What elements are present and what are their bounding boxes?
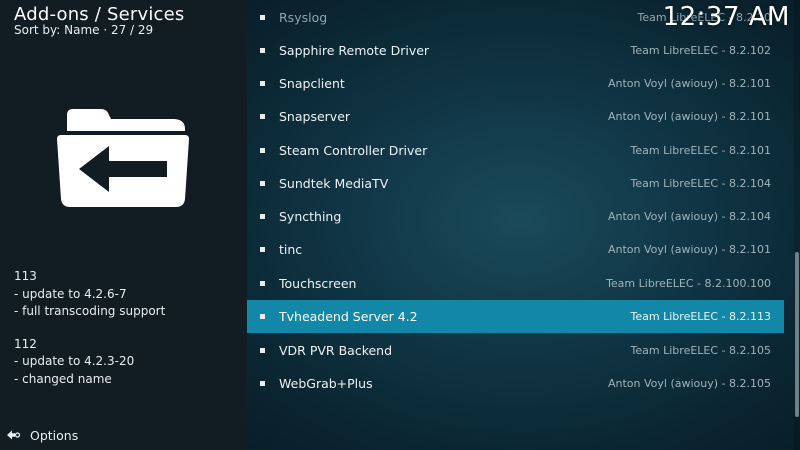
addon-author-version: Anton Voyl (awiouy) - 8.2.105	[607, 377, 771, 390]
list-item-webgrab-plus[interactable]: WebGrab+Plus Anton Voyl (awiouy) - 8.2.1…	[247, 367, 784, 400]
changelog-line: - changed name	[14, 371, 112, 386]
addon-name: Steam Controller Driver	[279, 143, 428, 158]
bullet-icon	[260, 247, 265, 252]
addon-name: Sapphire Remote Driver	[279, 43, 430, 58]
sort-status: Sort by: Name · 27 / 29	[14, 23, 154, 37]
addon-name: Sundtek MediaTV	[279, 176, 389, 191]
bullet-icon	[260, 81, 265, 86]
list-item-syncthing[interactable]: Syncthing Anton Voyl (awiouy) - 8.2.104	[247, 200, 784, 233]
bullet-icon	[260, 48, 265, 53]
list-item-snapclient[interactable]: Snapclient Anton Voyl (awiouy) - 8.2.101	[247, 67, 784, 100]
addon-name: Syncthing	[279, 209, 342, 224]
addon-author-version: Team LibreELEC - 8.2.104	[630, 177, 771, 190]
addon-author-version: Team LibreELEC - 8.2.105	[630, 344, 771, 357]
list-item-vdr-pvr-backend[interactable]: VDR PVR Backend Team LibreELEC - 8.2.105	[247, 334, 784, 367]
addon-author-version: Anton Voyl (awiouy) - 8.2.101	[607, 243, 771, 256]
bullet-icon	[260, 181, 265, 186]
folder-back-arrow-icon	[57, 109, 189, 207]
changelog-spacer	[14, 321, 165, 336]
list-item-sundtek-mediatv[interactable]: Sundtek MediaTV Team LibreELEC - 8.2.104	[247, 167, 784, 200]
list-scrollbar[interactable]	[794, 0, 800, 450]
list-item-steam-controller-driver[interactable]: Steam Controller Driver Team LibreELEC -…	[247, 134, 784, 167]
bullet-icon	[260, 281, 265, 286]
scrollbar-thumb[interactable]	[795, 252, 799, 417]
clock: 12:37 AM	[662, 2, 790, 32]
addon-name: tinc	[279, 242, 303, 257]
list-item-tvheadend-server[interactable]: Tvheadend Server 4.2 Team LibreELEC - 8.…	[247, 300, 784, 333]
page-title: Add-ons / Services	[14, 4, 185, 25]
addon-list: Rsyslog Team LibreELEC - 8.2.10 Sapphire…	[247, 0, 784, 450]
kodi-screen: Add-ons / Services Sort by: Name · 27 / …	[0, 0, 800, 450]
options-label: Options	[30, 427, 79, 443]
changelog-version: 113	[14, 269, 37, 283]
addon-author-version: Team LibreELEC - 8.2.102	[630, 44, 771, 57]
bullet-icon	[260, 148, 265, 153]
list-item-tinc[interactable]: tinc Anton Voyl (awiouy) - 8.2.101	[247, 233, 784, 266]
changelog-line: - full transcoding support	[14, 304, 166, 318]
addon-name: Rsyslog	[279, 10, 328, 25]
addon-name: WebGrab+Plus	[279, 376, 373, 391]
addon-name: Snapclient	[279, 76, 345, 91]
bullet-icon	[260, 114, 265, 119]
list-item-sapphire-remote-driver[interactable]: Sapphire Remote Driver Team LibreELEC - …	[247, 34, 784, 67]
bullet-icon	[260, 15, 265, 20]
addon-name: Touchscreen	[279, 276, 357, 291]
addon-name: Tvheadend Server 4.2	[279, 309, 418, 324]
addon-author-version: Team LibreELEC - 8.2.113	[630, 310, 771, 323]
list-item-touchscreen[interactable]: Touchscreen Team LibreELEC - 8.2.100.100	[247, 267, 784, 300]
options-arrow-icon	[7, 430, 20, 440]
left-info-panel: Add-ons / Services Sort by: Name · 27 / …	[0, 0, 247, 450]
addon-author-version: Anton Voyl (awiouy) - 8.2.101	[607, 110, 771, 123]
addon-author-version: Anton Voyl (awiouy) - 8.2.104	[607, 210, 771, 223]
changelog-line: - update to 4.2.6-7	[14, 286, 127, 301]
bullet-icon	[260, 348, 265, 353]
bullet-icon	[260, 314, 265, 319]
addon-author-version: Team LibreELEC - 8.2.101	[630, 144, 771, 157]
addon-name: VDR PVR Backend	[279, 343, 393, 358]
changelog-line: - update to 4.2.3-20	[14, 354, 135, 368]
list-item-snapserver[interactable]: Snapserver Anton Voyl (awiouy) - 8.2.101	[247, 100, 784, 133]
bullet-icon	[260, 214, 265, 219]
addon-author-version: Anton Voyl (awiouy) - 8.2.101	[607, 77, 771, 90]
bullet-icon	[260, 381, 265, 386]
options-button[interactable]: Options	[6, 426, 78, 444]
addon-author-version: Team LibreELEC - 8.2.100.100	[606, 277, 771, 290]
changelog-version: 112	[14, 336, 37, 351]
changelog: 113 - update to 4.2.6-7 - full transcodi…	[14, 268, 165, 388]
addon-name: Snapserver	[279, 109, 351, 124]
